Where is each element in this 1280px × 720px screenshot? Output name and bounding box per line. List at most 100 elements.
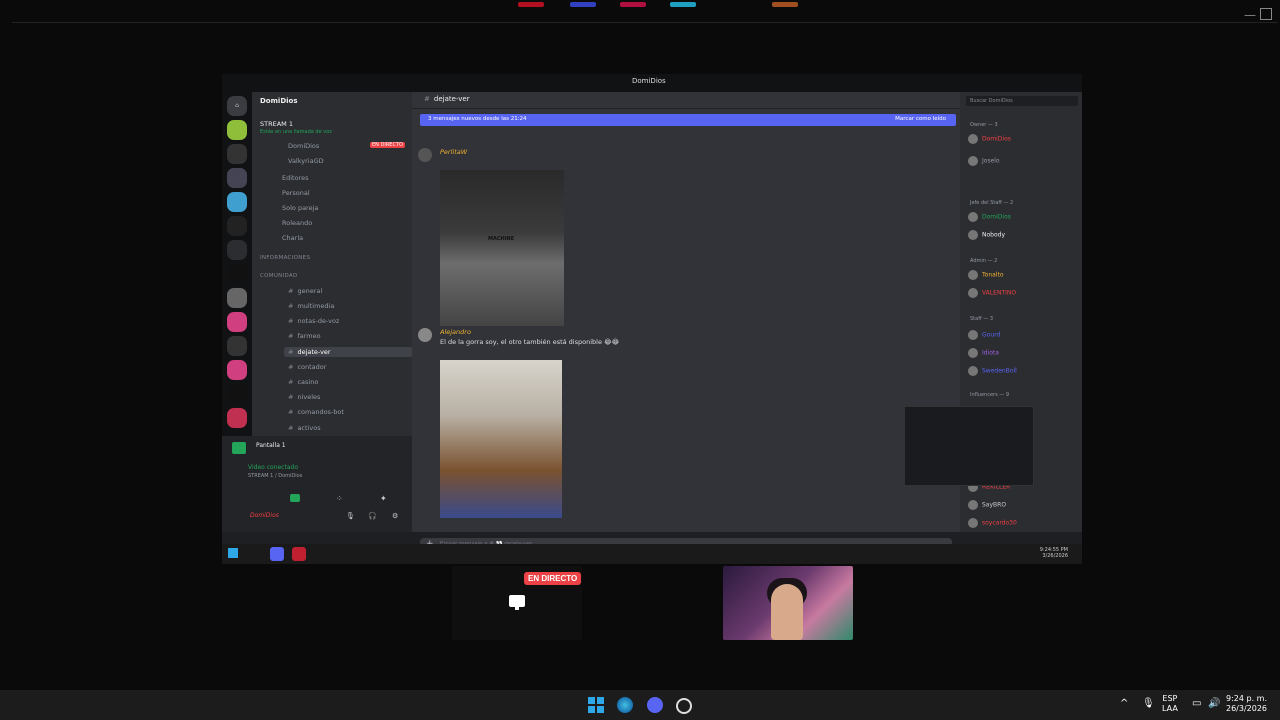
member-name: VALENTINO [982, 289, 1017, 297]
windows-start-icon[interactable] [228, 548, 238, 558]
screen-share-tile[interactable]: EN DIRECTO [452, 566, 582, 640]
server-name[interactable]: DomiDios [260, 97, 298, 105]
channel-general[interactable]: # general [288, 287, 322, 295]
message-image[interactable] [440, 360, 562, 518]
discord-icon[interactable] [270, 547, 284, 561]
channel-comandos-bot[interactable]: # comandos-bot [288, 408, 344, 416]
server-icon[interactable] [227, 360, 247, 380]
connection-channel[interactable]: STREAM 1 / DomiDios [248, 473, 302, 479]
message-author[interactable]: PerlitaW [440, 148, 467, 156]
channel-contador[interactable]: # contador [288, 363, 326, 371]
member[interactable]: soycardo30 [968, 518, 1017, 528]
channel-farmeo[interactable]: # farmeo [288, 332, 321, 340]
avatar [968, 212, 978, 222]
member-name: SayBRO [982, 501, 1007, 509]
server-icon[interactable] [227, 192, 247, 212]
side-channel[interactable]: Roleando [282, 219, 312, 227]
clock-date: 26/3/2026 [1226, 704, 1268, 713]
mic-icon[interactable]: 🎙 [1142, 698, 1155, 709]
avatar [968, 330, 978, 340]
camera-icon[interactable] [290, 494, 300, 502]
inner-clock: 9:24:55 PM 3/26/2026 [1040, 547, 1068, 559]
message-text: El de la gorra soy, el otro también está… [440, 338, 620, 346]
member-name: Joselo [982, 157, 1000, 165]
server-icon[interactable] [227, 120, 247, 140]
soundboard-icon[interactable]: ✦ [380, 494, 387, 503]
channel-title-text: dejate-ver [433, 95, 470, 103]
windows-start-icon[interactable] [588, 697, 604, 713]
side-channel[interactable]: Solo pareja [282, 204, 318, 212]
server-icon[interactable] [227, 408, 247, 428]
channel-dejate-ver[interactable]: # dejate-ver [284, 347, 432, 357]
new-messages-banner[interactable]: 3 mensajes nuevos desde las 21:24 Marcar… [420, 114, 956, 126]
member[interactable]: DomiDios [968, 134, 1011, 144]
edge-icon[interactable] [617, 697, 633, 713]
server-icon[interactable] [227, 288, 247, 308]
hash-icon: # [288, 302, 294, 310]
avatar[interactable] [418, 148, 432, 162]
server-icon[interactable] [227, 264, 247, 284]
search-input[interactable]: Buscar DomiDios [966, 96, 1078, 106]
start-tile [597, 706, 604, 713]
taskbar: ^ 🎙 ESP LAA ▭ 🔊 9:24 p. m. 26/3/2026 [0, 690, 1280, 720]
member[interactable]: Gourd [968, 330, 1000, 340]
server-icon[interactable] [227, 216, 247, 236]
member-name: SwedenBoll [982, 367, 1017, 375]
obs-icon[interactable] [676, 698, 692, 714]
member[interactable]: Nobody [968, 230, 1005, 240]
server-icon[interactable] [227, 240, 247, 260]
start-tile [588, 706, 595, 713]
avatar[interactable] [418, 328, 432, 342]
mark-read-button[interactable]: Marcar como leído [895, 116, 946, 122]
browser-icon[interactable] [292, 547, 306, 561]
category-label[interactable]: INFORMACIONES [260, 255, 310, 261]
member[interactable]: Tonalto [968, 270, 1004, 280]
window-title: DomiDios [632, 77, 666, 85]
member[interactable]: Idiota [968, 348, 999, 358]
inner-date: 3/26/2026 [1042, 553, 1068, 559]
server-icon[interactable] [227, 336, 247, 356]
channel-notas-de-voz[interactable]: # notas-de-voz [288, 317, 339, 325]
voice-user[interactable]: ValkyriaGD [288, 157, 324, 165]
headset-icon[interactable]: 🎧 [368, 512, 377, 520]
side-channel[interactable]: Editores [282, 174, 308, 182]
member[interactable]: VALENTINO [968, 288, 1016, 298]
message-image[interactable]: MACHINE [440, 170, 564, 326]
server-icon[interactable] [227, 384, 247, 404]
category-label[interactable]: COMUNIDAD [260, 273, 298, 279]
picture-in-picture-preview[interactable] [904, 406, 1034, 486]
member[interactable]: SwedenBoll [968, 366, 1017, 376]
minimize-icon[interactable]: — [1244, 8, 1256, 22]
maximize-icon[interactable] [1260, 8, 1272, 20]
activity-icon[interactable]: ⁘ [336, 494, 343, 503]
clock[interactable]: 9:24 p. m. 26/3/2026 [1226, 694, 1267, 714]
voice-channel-stream[interactable]: STREAM 1 [260, 120, 293, 128]
server-icon[interactable]: ⌂ [227, 96, 247, 116]
side-channel[interactable]: Charla [282, 234, 303, 242]
voice-user[interactable]: DomiDios [288, 142, 319, 150]
member[interactable]: SayBRO [968, 500, 1006, 510]
server-icon[interactable] [227, 144, 247, 164]
channel-multimedia[interactable]: # multimedia [288, 302, 334, 310]
channel-activos[interactable]: # activos [288, 424, 321, 432]
language-indicator[interactable]: ESP LAA [1162, 694, 1178, 714]
channel-label: casino [297, 378, 319, 386]
gear-icon[interactable]: ⚙ [392, 512, 398, 520]
channel-casino[interactable]: # casino [288, 378, 318, 386]
channel-niveles[interactable]: # niveles [288, 393, 320, 401]
screen-share-window[interactable]: DomiDios ⌂ DomiDios STREAM 1 Estás en un… [222, 74, 1082, 564]
member[interactable]: DomiDios [968, 212, 1011, 222]
server-icon[interactable] [227, 168, 247, 188]
volume-icon[interactable]: 🔊 [1208, 698, 1220, 709]
discord-icon[interactable] [647, 697, 663, 713]
network-icon[interactable]: ▭ [1192, 698, 1201, 709]
current-user[interactable]: DomiDios [250, 512, 279, 519]
live-badge: EN DIRECTO [370, 142, 405, 148]
member[interactable]: Joselo [968, 156, 1000, 166]
chevron-up-icon[interactable]: ^ [1120, 698, 1128, 709]
side-channel[interactable]: Personal [282, 189, 310, 197]
mic-icon[interactable]: 🎙 [346, 512, 355, 520]
webcam-tile[interactable] [723, 566, 853, 640]
message-author[interactable]: Alejandro [440, 328, 471, 336]
server-icon[interactable] [227, 312, 247, 332]
